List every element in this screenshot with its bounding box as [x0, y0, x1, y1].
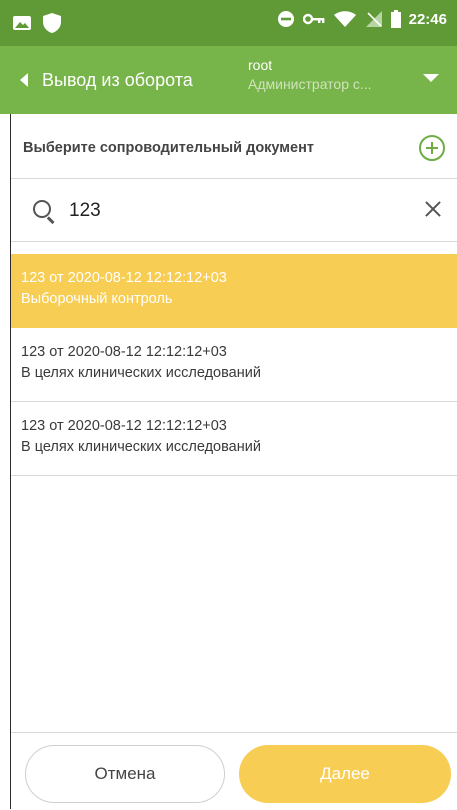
- list-item[interactable]: 123 от 2020-08-12 12:12:12+03 В целях кл…: [11, 328, 457, 402]
- back-button[interactable]: Вывод из оборота: [0, 46, 193, 114]
- document-number: 123 от 2020-08-12 12:12:12+03: [21, 344, 227, 360]
- section-title: Выберите сопроводительный документ: [23, 140, 314, 156]
- footer: Отмена Далее: [11, 732, 457, 810]
- do-not-disturb-icon: [277, 11, 294, 27]
- document-type: В целях клинических исследований: [21, 439, 261, 455]
- search-bar: [11, 179, 457, 242]
- wifi-icon: [333, 11, 356, 27]
- document-number: 123 от 2020-08-12 12:12:12+03: [21, 270, 227, 286]
- close-icon[interactable]: [423, 199, 443, 219]
- user-info[interactable]: root Администратор с...: [248, 56, 413, 94]
- document-type: Выборочный контроль: [21, 291, 173, 307]
- search-input[interactable]: [67, 195, 401, 227]
- image-icon: [13, 16, 31, 30]
- add-document-button[interactable]: [419, 135, 445, 161]
- page-title: Вывод из оборота: [42, 69, 193, 90]
- key-icon: [302, 13, 325, 25]
- chevron-down-icon[interactable]: [423, 74, 439, 82]
- list-item[interactable]: 123 от 2020-08-12 12:12:12+03 В целях кл…: [11, 402, 457, 476]
- battery-icon: [390, 10, 401, 28]
- shield-icon: [43, 13, 61, 33]
- search-icon: [33, 200, 51, 218]
- app-bar: Вывод из оборота root Администратор с...: [0, 46, 457, 114]
- document-number: 123 от 2020-08-12 12:12:12+03: [21, 418, 227, 434]
- content-panel: Выберите сопроводительный документ 123 о…: [10, 114, 457, 809]
- user-role: Администратор с...: [248, 76, 372, 92]
- status-time: 22:46: [408, 10, 447, 28]
- list-item[interactable]: 123 от 2020-08-12 12:12:12+03 Выборочный…: [11, 254, 457, 328]
- next-button[interactable]: Далее: [239, 745, 451, 803]
- section-header: Выберите сопроводительный документ: [11, 114, 457, 179]
- document-list: 123 от 2020-08-12 12:12:12+03 Выборочный…: [11, 254, 457, 476]
- no-sim-icon: [365, 11, 382, 27]
- status-bar: 22:46: [0, 0, 457, 46]
- cancel-button[interactable]: Отмена: [25, 745, 225, 803]
- document-type: В целях клинических исследований: [21, 365, 261, 381]
- user-name: root: [248, 57, 273, 73]
- back-arrow-icon: [20, 73, 28, 87]
